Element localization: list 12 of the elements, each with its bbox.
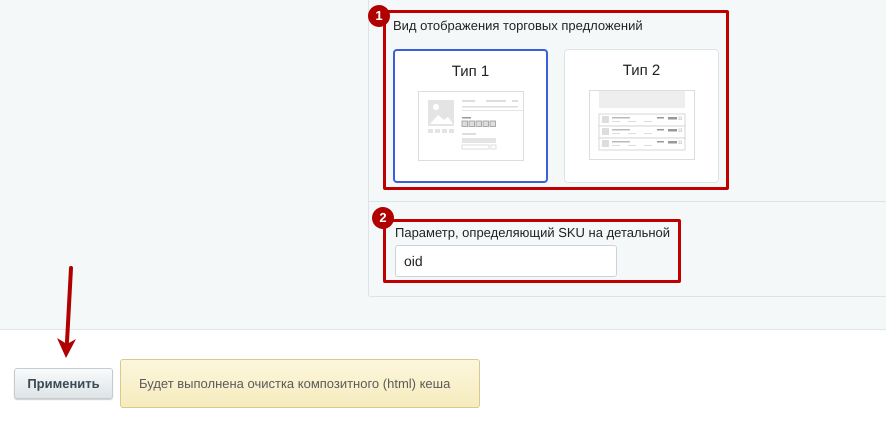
sku-input-field[interactable]: oid [395,245,617,277]
section-label: Вид отображения торговых предложений [393,17,644,35]
layout-option[interactable]: Тип 1 [393,49,548,183]
field-label: Параметр, определяющий SKU на детальной [395,224,672,242]
option-label: Тип 2 [622,62,660,80]
apply-button[interactable]: Применить [14,368,113,399]
number-badge: 2 [372,207,394,229]
notice-banner: Будет выполнена очистка композитного (html) кеша [120,359,480,408]
arrow-icon [54,266,78,360]
option-label: Тип 1 [452,63,490,81]
layout-option[interactable]: Тип 2 [564,49,719,183]
number-badge: 1 [368,5,390,27]
